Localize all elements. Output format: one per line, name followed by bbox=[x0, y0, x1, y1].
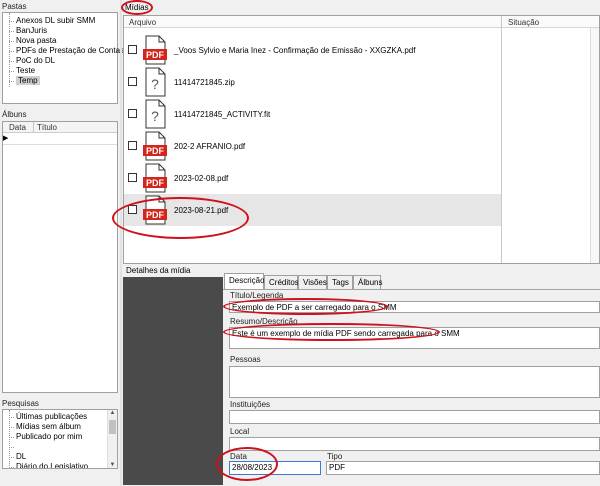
tab-descricao[interactable]: Descrição bbox=[224, 273, 265, 289]
pessoas-input[interactable] bbox=[229, 366, 600, 398]
tree-connector bbox=[9, 427, 14, 428]
albuns-title: Álbuns bbox=[2, 110, 27, 119]
unknown-file-icon: ? bbox=[145, 99, 166, 129]
pdf-icon: PDF bbox=[143, 195, 167, 225]
pdf-label: PDF bbox=[146, 210, 165, 220]
titulo-label: Título/Legenda bbox=[230, 291, 284, 300]
albuns-col-titulo[interactable]: Título bbox=[37, 123, 57, 132]
instituicoes-input[interactable] bbox=[229, 410, 600, 424]
pasta-item[interactable]: PoC do DL bbox=[16, 56, 55, 65]
pdf-icon: PDF bbox=[143, 35, 167, 65]
pasta-item[interactable]: PDFs de Prestação de Contas bbox=[16, 46, 124, 55]
tree-connector bbox=[9, 61, 14, 62]
pasta-item[interactable]: Nova pasta bbox=[16, 36, 56, 45]
file-checkbox[interactable] bbox=[128, 205, 137, 214]
tab-tags[interactable]: Tags bbox=[327, 275, 353, 289]
tree-connector bbox=[9, 467, 14, 468]
albuns-empty-row[interactable]: ▶ bbox=[3, 134, 117, 145]
file-checkbox[interactable] bbox=[128, 109, 137, 118]
pdf-icon: PDF bbox=[143, 131, 167, 161]
pasta-item[interactable]: Temp bbox=[16, 76, 40, 85]
tipo-input[interactable]: PDF bbox=[326, 461, 600, 475]
file-name: 11414721845.zip bbox=[174, 78, 235, 87]
tree-connector bbox=[9, 457, 14, 458]
midias-col-arquivo[interactable]: Arquivo bbox=[129, 18, 156, 27]
file-checkbox[interactable] bbox=[128, 77, 137, 86]
data-label: Data bbox=[230, 452, 247, 461]
midias-col-situacao[interactable]: Situação bbox=[508, 18, 539, 27]
pesquisas-scrollbar[interactable]: ▲ ▼ bbox=[107, 410, 117, 468]
file-name: 2023-08-21.pdf bbox=[174, 206, 229, 215]
unknown-file-icon: ? bbox=[145, 67, 166, 97]
scroll-thumb[interactable] bbox=[109, 420, 116, 434]
file-name: _Voos Sylvio e Maria Inez - Confirmação … bbox=[174, 46, 416, 55]
midias-grid[interactable]: Arquivo Situação PDF _Voos Sylvio e Maria… bbox=[123, 15, 600, 264]
svg-text:?: ? bbox=[151, 108, 159, 124]
midias-scrollbar[interactable] bbox=[590, 28, 599, 263]
pesquisas-title: Pesquisas bbox=[2, 399, 39, 408]
pasta-item[interactable]: BanJuris bbox=[16, 26, 47, 35]
local-label: Local bbox=[230, 427, 250, 436]
titulo-input[interactable]: Exemplo de PDF a ser carregado para o SM… bbox=[229, 301, 600, 313]
file-name: 202-2 AFRANIO.pdf bbox=[174, 142, 246, 151]
albuns-table[interactable]: Data Título ▶ bbox=[2, 121, 118, 393]
media-preview bbox=[123, 277, 223, 485]
pdf-label: PDF bbox=[146, 50, 165, 60]
pdf-icon: PDF bbox=[143, 163, 167, 193]
tree-connector bbox=[9, 31, 14, 32]
file-checkbox[interactable] bbox=[128, 173, 137, 182]
scroll-up-icon[interactable]: ▲ bbox=[108, 410, 117, 416]
tree-connector bbox=[9, 51, 14, 52]
tree-connector bbox=[9, 81, 14, 82]
midias-title: Mídias bbox=[125, 3, 149, 12]
file-checkbox[interactable] bbox=[128, 141, 137, 150]
data-input[interactable]: 28/08/2023 bbox=[229, 461, 321, 475]
file-name: 2023-02-08.pdf bbox=[174, 174, 229, 183]
tab-visoes[interactable]: Visões bbox=[298, 275, 327, 289]
pesquisa-item[interactable]: Diário do Legislativo bbox=[16, 462, 88, 468]
tree-connector bbox=[9, 410, 10, 468]
resumo-label: Resumo/Descrição bbox=[230, 317, 298, 326]
pastas-title: Pastas bbox=[2, 2, 27, 11]
pesquisa-item[interactable]: DL bbox=[16, 452, 26, 461]
pesquisa-item[interactable]: Publicado por mim bbox=[16, 432, 82, 441]
tree-connector bbox=[9, 71, 14, 72]
resumo-textarea[interactable]: Este é um exemplo de mídia PDF sendo car… bbox=[229, 327, 600, 349]
tab-creditos[interactable]: Créditos bbox=[264, 275, 299, 289]
tree-connector bbox=[9, 21, 14, 22]
pdf-label: PDF bbox=[146, 146, 165, 156]
pdf-label: PDF bbox=[146, 178, 165, 188]
pasta-item[interactable]: Anexos DL subir SMM bbox=[16, 16, 95, 25]
pesquisa-item[interactable]: Mídias sem álbum bbox=[16, 422, 81, 431]
tree-connector bbox=[9, 437, 14, 438]
tipo-label: Tipo bbox=[327, 452, 343, 461]
tree-connector bbox=[9, 41, 14, 42]
albuns-col-data[interactable]: Data bbox=[9, 123, 26, 132]
file-name: 11414721845_ACTIVITY.fit bbox=[174, 110, 271, 119]
splitter[interactable] bbox=[120, 0, 122, 486]
pesquisa-item[interactable]: Últimas publicações bbox=[16, 412, 87, 421]
row-indicator-icon: ▶ bbox=[3, 135, 9, 142]
pasta-item[interactable]: Teste bbox=[16, 66, 35, 75]
column-divider bbox=[33, 122, 34, 133]
scroll-down-icon[interactable]: ▼ bbox=[108, 462, 117, 468]
pessoas-label: Pessoas bbox=[230, 355, 261, 364]
tree-connector bbox=[9, 417, 14, 418]
detalhes-title: Detalhes da mídia bbox=[126, 266, 191, 275]
column-divider bbox=[501, 16, 502, 263]
local-input[interactable] bbox=[229, 437, 600, 451]
tree-connector bbox=[9, 13, 10, 87]
pastas-tree[interactable]: Anexos DL subir SMM BanJuris Nova pasta PDF… bbox=[2, 12, 124, 104]
svg-text:?: ? bbox=[151, 76, 159, 92]
file-checkbox[interactable] bbox=[128, 45, 137, 54]
tab-albuns[interactable]: Álbuns bbox=[353, 275, 382, 289]
pesquisas-list[interactable]: Últimas publicações Mídias sem álbum Publi… bbox=[2, 409, 118, 469]
tree-connector bbox=[9, 447, 14, 448]
instituicoes-label: Instituições bbox=[230, 400, 271, 409]
